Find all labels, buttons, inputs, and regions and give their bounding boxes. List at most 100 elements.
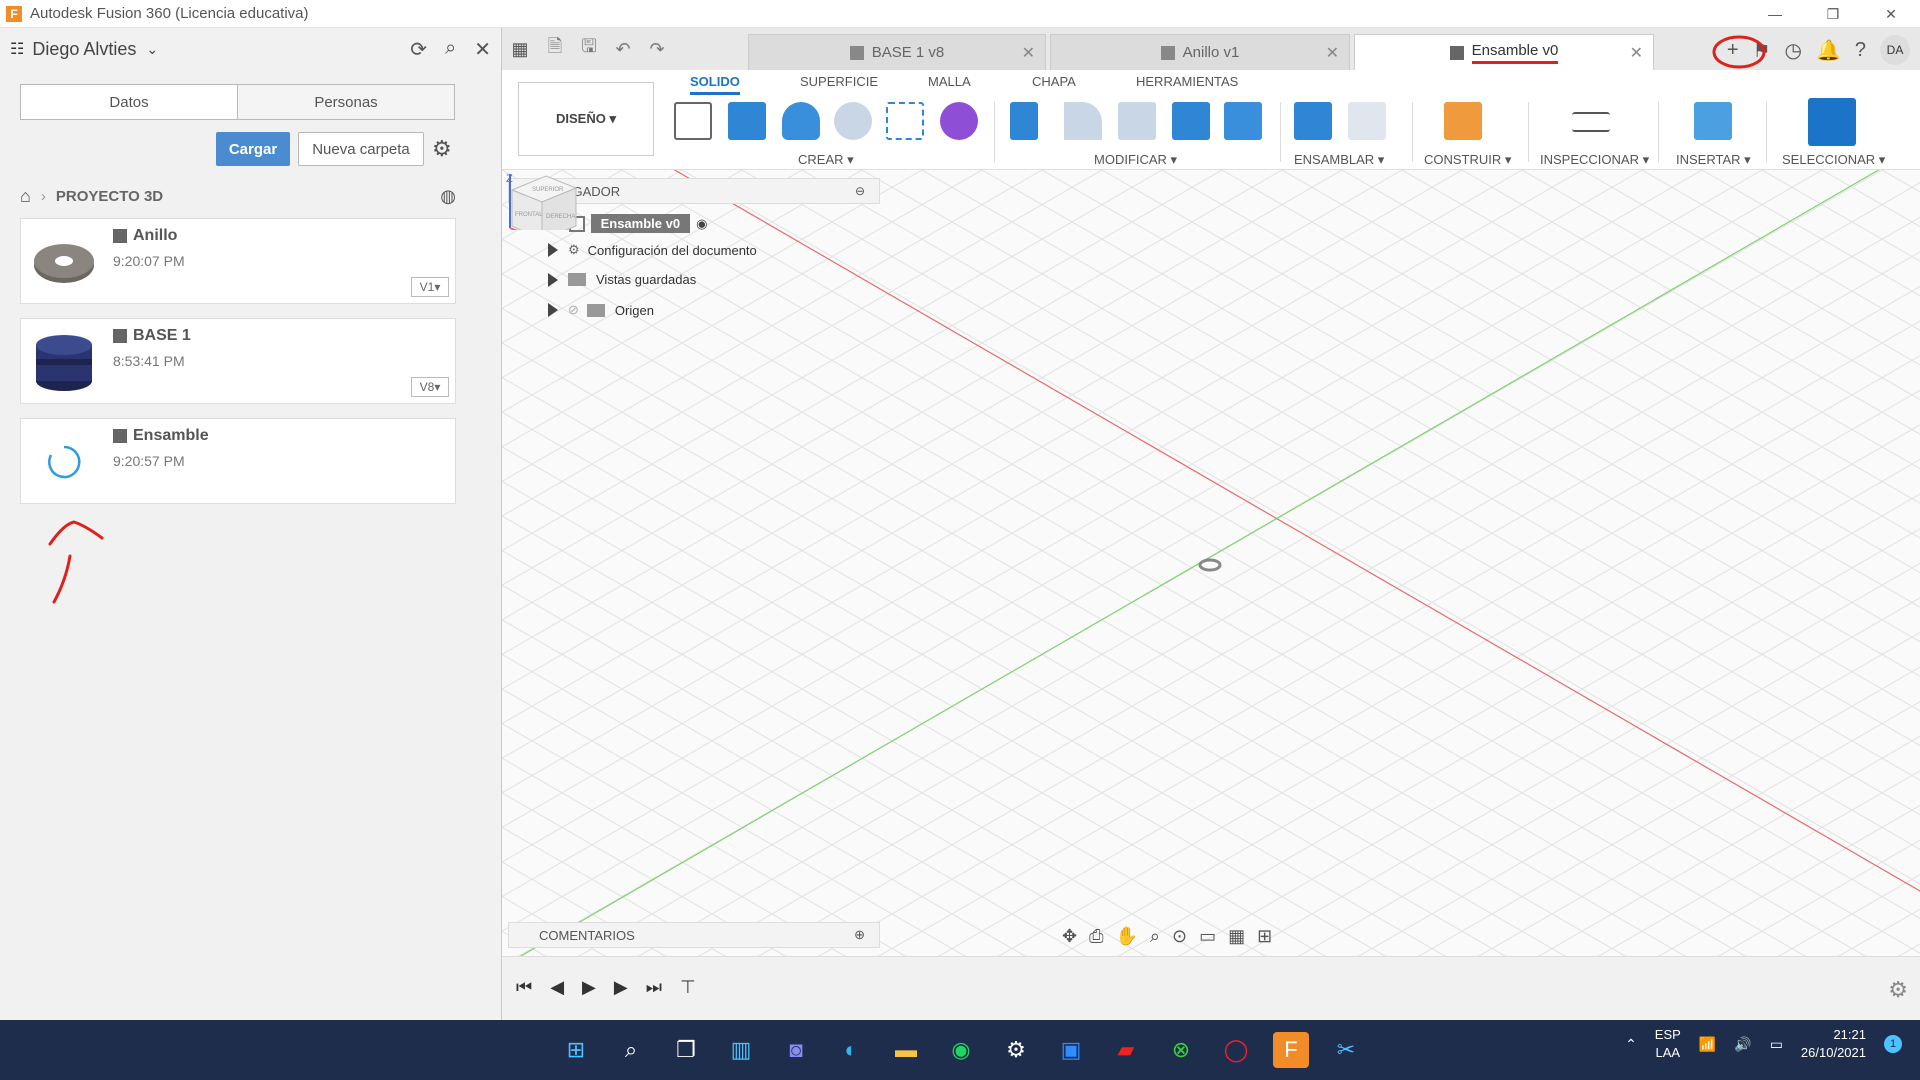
job-status-icon[interactable]: ◷ [1785, 38, 1802, 63]
play-icon[interactable]: ▶ [582, 977, 596, 998]
press-pull-icon[interactable] [1010, 102, 1038, 140]
notifications-icon[interactable]: 🔔 [1816, 38, 1841, 63]
orbit-icon[interactable]: ✥ [1062, 926, 1077, 947]
group-ensamblar[interactable]: ENSAMBLAR ▾ [1294, 152, 1384, 168]
help-icon[interactable]: ? [1855, 39, 1866, 62]
tab-solido[interactable]: SOLIDO [690, 74, 740, 95]
tab-ensamble[interactable]: Ensamble v0 ✕ [1354, 34, 1654, 70]
tab-anillo[interactable]: Anillo v1 ✕ [1050, 34, 1350, 70]
list-item[interactable]: Anillo 9:20:07 PM V1▾ [20, 218, 456, 304]
breadcrumb-project[interactable]: PROYECTO 3D [56, 188, 163, 205]
group-insertar[interactable]: INSERTAR ▾ [1676, 152, 1751, 168]
gear-icon[interactable]: ⚙ [432, 136, 452, 162]
fillet-icon[interactable] [1064, 102, 1102, 140]
timeline-settings-gear-icon[interactable]: ⚙ [1888, 977, 1908, 1003]
zoom-icon[interactable]: ⌕ [1150, 926, 1160, 947]
tab-base-1[interactable]: BASE 1 v8 ✕ [748, 34, 1046, 70]
group-crear[interactable]: CREAR ▾ [798, 152, 854, 168]
battery-icon[interactable]: ▭ [1770, 1036, 1783, 1053]
tab-superficie[interactable]: SUPERFICIE [800, 74, 878, 89]
tab-herramientas[interactable]: HERRAMIENTAS [1136, 74, 1238, 89]
refresh-icon[interactable]: ⟳ [410, 37, 427, 62]
tab-malla[interactable]: MALLA [928, 74, 971, 89]
search-icon[interactable]: ⌕ [445, 37, 456, 62]
xbox-icon[interactable]: ⊗ [1163, 1032, 1199, 1068]
combine-icon[interactable] [1224, 102, 1262, 140]
redo-icon[interactable]: ↷ [640, 39, 674, 60]
upload-button[interactable]: Cargar [216, 132, 290, 166]
tab-datos[interactable]: Datos [21, 85, 237, 119]
fit-icon[interactable]: ⊙ [1172, 926, 1187, 947]
file-menu-icon[interactable]: 🗎 [538, 34, 572, 64]
snipping-tool-icon[interactable]: ✂ [1328, 1032, 1364, 1068]
chevron-down-icon[interactable]: ⌄ [146, 41, 158, 58]
measure-icon[interactable] [1572, 112, 1610, 132]
version-dropdown[interactable]: V8▾ [411, 377, 449, 397]
create-sketch-icon[interactable] [674, 102, 712, 140]
group-inspeccionar[interactable]: INSPECCIONAR ▾ [1540, 152, 1649, 168]
app-grid-icon[interactable]: ▦ [502, 28, 538, 70]
list-item[interactable]: BASE 1 8:53:41 PM V8▾ [20, 318, 456, 404]
close-tab-icon[interactable]: ✕ [1326, 43, 1339, 63]
comments-panel[interactable]: COMENTARIOS ⊕ [508, 922, 880, 948]
expand-arrow-icon[interactable] [548, 303, 558, 317]
wifi-icon[interactable]: 📶 [1699, 1036, 1716, 1053]
red-app-icon[interactable]: ▰ [1108, 1032, 1144, 1068]
clock[interactable]: 21:21 26/10/2021 [1801, 1026, 1866, 1062]
undo-icon[interactable]: ↶ [606, 39, 640, 60]
notification-badge[interactable]: 1 [1884, 1035, 1902, 1053]
globe-icon[interactable]: ◍ [440, 186, 456, 207]
minimize-button[interactable]: — [1746, 0, 1804, 28]
start-windows-icon[interactable]: ⊞ [558, 1032, 594, 1068]
close-window-button[interactable]: ✕ [1862, 0, 1920, 28]
go-to-end-icon[interactable]: ⏭ [646, 977, 662, 998]
zoom-app-icon[interactable]: ▣ [1053, 1032, 1089, 1068]
sphere-icon[interactable] [834, 102, 872, 140]
offset-plane-icon[interactable] [1444, 102, 1482, 140]
insert-image-icon[interactable] [1694, 102, 1732, 140]
viewports-icon[interactable]: ⊞ [1257, 926, 1272, 947]
user-switcher[interactable]: Diego Alvties [32, 39, 136, 60]
edge-browser-icon[interactable]: ◐ [833, 1032, 869, 1068]
close-panel-icon[interactable]: ✕ [474, 37, 491, 62]
tab-personas[interactable]: Personas [237, 85, 454, 119]
expand-arrow-icon[interactable] [548, 243, 558, 257]
go-to-start-icon[interactable]: ⏮ [516, 977, 532, 998]
avatar[interactable]: DA [1880, 35, 1910, 65]
step-back-icon[interactable]: ◀ [550, 977, 564, 998]
step-forward-icon[interactable]: ▶ [614, 977, 628, 998]
group-modificar[interactable]: MODIFICAR ▾ [1094, 152, 1177, 168]
look-at-icon[interactable]: ⎙ [1089, 926, 1103, 947]
timeline-marker-icon[interactable]: ⊤ [680, 977, 696, 998]
version-dropdown[interactable]: V1▾ [411, 277, 449, 297]
chat-icon[interactable]: ◙ [778, 1032, 814, 1068]
chamfer-icon[interactable] [1118, 102, 1156, 140]
joint-icon[interactable] [1348, 102, 1386, 140]
browser-node-origin[interactable]: ⊘ Origen [548, 302, 654, 318]
view-cube[interactable]: Z X SUPERIOR FRONTAL DERECHA [502, 170, 582, 230]
add-comment-icon[interactable]: ⊕ [854, 927, 865, 943]
tab-chapa[interactable]: CHAPA [1032, 74, 1076, 89]
group-construir[interactable]: CONSTRUIR ▾ [1424, 152, 1511, 168]
activate-radio-icon[interactable]: ◉ [696, 216, 707, 232]
file-explorer-icon[interactable]: ▬ [888, 1032, 924, 1068]
pattern-icon[interactable] [886, 102, 924, 140]
group-seleccionar[interactable]: SELECCIONAR ▾ [1782, 152, 1885, 168]
new-component-icon[interactable] [1294, 102, 1332, 140]
grid-settings-icon[interactable]: ▦ [1228, 926, 1245, 947]
opera-icon[interactable]: ◯ [1218, 1032, 1254, 1068]
viewport-canvas[interactable]: ◂◂ NAVEGADOR ⊖ ◢ ◉ Ensamble v0 ◉ ⚙ Confi… [502, 170, 1920, 956]
display-settings-icon[interactable]: ▭ [1199, 926, 1216, 947]
revolve-icon[interactable] [782, 102, 820, 140]
home-icon[interactable]: ⌂ [20, 186, 31, 207]
search-icon[interactable]: ⌕ [613, 1032, 649, 1068]
spotify-icon[interactable]: ◉ [943, 1032, 979, 1068]
browser-node-saved-views[interactable]: Vistas guardadas [548, 272, 696, 287]
chevron-up-icon[interactable]: ⌃ [1625, 1036, 1637, 1053]
workspace-switcher[interactable]: DISEÑO ▾ [518, 82, 654, 156]
shell-icon[interactable] [1172, 102, 1210, 140]
settings-icon[interactable]: ⚙ [998, 1032, 1034, 1068]
new-tab-plus-icon[interactable]: + [1712, 35, 1766, 68]
close-tab-icon[interactable]: ✕ [1022, 43, 1035, 63]
close-tab-icon[interactable]: ✕ [1630, 43, 1643, 63]
